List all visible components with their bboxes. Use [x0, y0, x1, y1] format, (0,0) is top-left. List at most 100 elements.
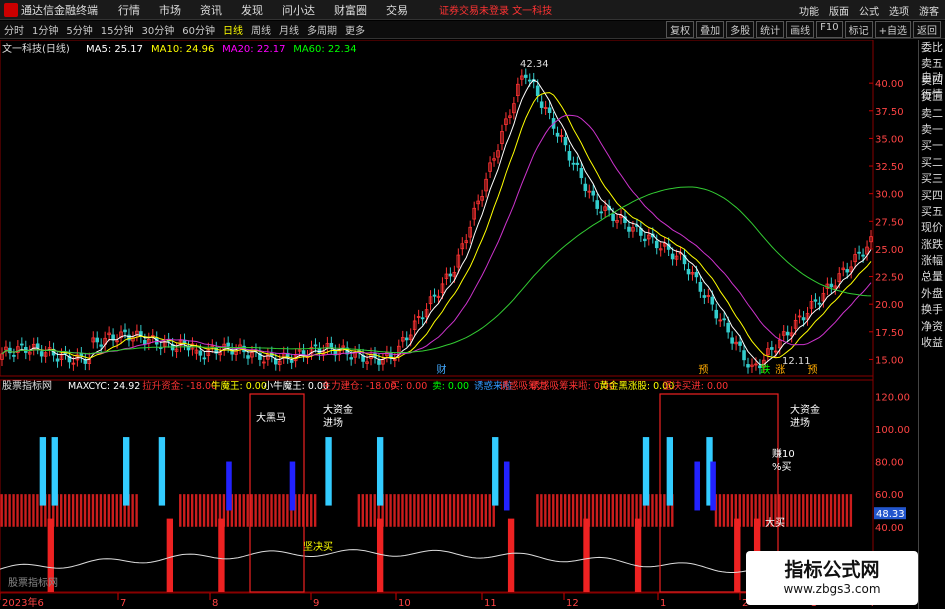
ind-cyan-bar [376, 437, 384, 506]
side-item-7[interactable]: 买二 [919, 155, 945, 171]
candle [111, 334, 115, 341]
main-y-tick-7: 22.50 [875, 273, 904, 284]
ind-cyan-bar [158, 437, 166, 506]
ind-cyan-bar [325, 437, 332, 506]
candle [55, 358, 60, 362]
side-item-12[interactable]: 涨跌 [919, 237, 945, 253]
indicator-annotation-4: 大买 [765, 516, 785, 529]
event-marker-2[interactable]: 跌 [760, 363, 770, 376]
tool-button-1[interactable]: 叠加 [696, 21, 725, 38]
candle [738, 341, 742, 346]
period-tab-3[interactable]: 15分钟 [97, 22, 138, 37]
period-tab-0[interactable]: 分时 [0, 22, 28, 37]
period-tab-1[interactable]: 1分钟 [28, 22, 62, 37]
tool-button-3[interactable]: 统计 [756, 21, 785, 38]
menu-item-5[interactable]: 财富圈 [334, 4, 367, 17]
period-tab-8[interactable]: 月线 [275, 22, 303, 37]
side-item-5[interactable]: 卖一 [919, 122, 945, 138]
ind-cyan-bar [51, 437, 58, 506]
tool-button-2[interactable]: 多股 [726, 21, 755, 38]
side-item-16[interactable]: 换手 [919, 302, 945, 318]
tool-button-5[interactable]: F10 [816, 21, 843, 38]
kline-chart-area[interactable]: 40.00 37.50 35.00 32.50 30.00 27.50 25.00 22.50… [0, 40, 918, 609]
watermark-line2: www.zbgs3.com [783, 582, 881, 596]
ma-legend-2: MA20: 22.17 [222, 44, 285, 55]
side-bottom-item-0[interactable]: 自动 [919, 70, 945, 86]
side-item-6[interactable]: 买一 [919, 138, 945, 154]
tool-button-6[interactable]: 标记 [844, 21, 873, 38]
main-y-tick-1: 37.50 [875, 107, 904, 118]
title-right-item-2[interactable]: 公式 [859, 3, 879, 18]
period-tab-7[interactable]: 周线 [247, 22, 275, 37]
candle [8, 347, 12, 354]
ind-y-tick-2: 80.00 [875, 458, 904, 469]
ind-red-bar [218, 518, 225, 592]
side-item-18[interactable]: 收益 [919, 335, 945, 351]
title-bar: 通达信金融终端 行情 市场 资讯 发现 问小达 财富圈 交易 证券交易未登录 文一科技 功能… [0, 0, 945, 20]
tool-button-7[interactable]: +自选 [874, 21, 911, 38]
candle [563, 137, 568, 146]
candle [627, 226, 631, 232]
x-axis: 2023年67891011121234 [0, 592, 874, 609]
menu-item-4[interactable]: 问小达 [282, 4, 315, 17]
ind-red-bar [734, 518, 741, 592]
menu-item-6[interactable]: 交易 [386, 4, 408, 17]
event-marker-4[interactable]: 预 [808, 364, 818, 376]
watermark-line1: 指标公式网 [784, 559, 880, 581]
x-tick-7: 1 [660, 598, 666, 609]
side-item-11[interactable]: 现价 [919, 220, 945, 236]
candle [746, 364, 750, 368]
side-item-4[interactable]: 卖二 [919, 106, 945, 122]
candle [523, 74, 528, 78]
side-item-9[interactable]: 买四 [919, 188, 945, 204]
period-tab-10[interactable]: 更多 [341, 22, 369, 37]
candle [329, 342, 334, 348]
candle [861, 254, 865, 257]
login-notice[interactable]: 证券交易未登录 文一科技 [439, 2, 552, 17]
ind-cyan-bar [642, 437, 650, 506]
tool-button-0[interactable]: 复权 [666, 21, 695, 38]
candle [710, 296, 715, 305]
candle [289, 360, 294, 363]
menu-item-0[interactable]: 行情 [118, 4, 140, 17]
side-bottom-item-1[interactable]: 行情 [919, 87, 945, 103]
indicator-annotation-3: 赚10 %买 [772, 447, 795, 473]
title-right-item-3[interactable]: 选项 [889, 3, 909, 18]
menu-item-2[interactable]: 资讯 [200, 4, 222, 17]
period-tab-9[interactable]: 多周期 [303, 22, 341, 37]
side-item-8[interactable]: 买三 [919, 171, 945, 187]
period-tab-6[interactable]: 日线 [219, 22, 247, 37]
side-item-0[interactable]: 委比 [919, 40, 945, 56]
title-right-item-4[interactable]: 游客 [919, 3, 939, 18]
side-item-15[interactable]: 外盘 [919, 286, 945, 302]
x-tick-3: 9 [313, 598, 319, 609]
period-tab-4[interactable]: 30分钟 [137, 22, 178, 37]
period-toolbar: 分时 1分钟 5分钟 15分钟 30分钟 60分钟 日线 周线 月线 多周期 更多 复权 叠加 多股 统计… [0, 21, 945, 39]
candle [202, 357, 207, 360]
tool-button-4[interactable]: 画线 [786, 21, 815, 38]
event-marker-0[interactable]: 财 [437, 363, 447, 376]
candle [714, 309, 719, 319]
side-item-14[interactable]: 总量 [919, 269, 945, 285]
period-tab-2[interactable]: 5分钟 [62, 22, 96, 37]
tool-button-8[interactable]: 返回 [913, 21, 941, 38]
main-y-tick-8: 20.00 [875, 300, 904, 311]
candle [770, 347, 774, 350]
side-item-17[interactable]: 净资 [919, 319, 945, 335]
ind-cyan-bar [123, 437, 130, 506]
period-tab-5[interactable]: 60分钟 [178, 22, 219, 37]
title-right-item-0[interactable]: 功能 [799, 3, 819, 18]
menu-item-3[interactable]: 发现 [241, 4, 263, 17]
candle [829, 283, 834, 288]
title-right-item-1[interactable]: 版面 [829, 3, 849, 18]
event-marker-3[interactable]: 涨 [775, 364, 785, 376]
event-marker-1[interactable]: 预 [698, 364, 708, 376]
side-item-13[interactable]: 涨幅 [919, 253, 945, 269]
candle [198, 350, 203, 356]
candle [99, 344, 103, 347]
indicator-legend-4: 主力建仓: -18.00 [322, 380, 397, 392]
x-tick-5: 11 [484, 598, 497, 609]
candle [670, 253, 675, 260]
side-item-10[interactable]: 买五 [919, 204, 945, 220]
menu-item-1[interactable]: 市场 [159, 4, 181, 17]
